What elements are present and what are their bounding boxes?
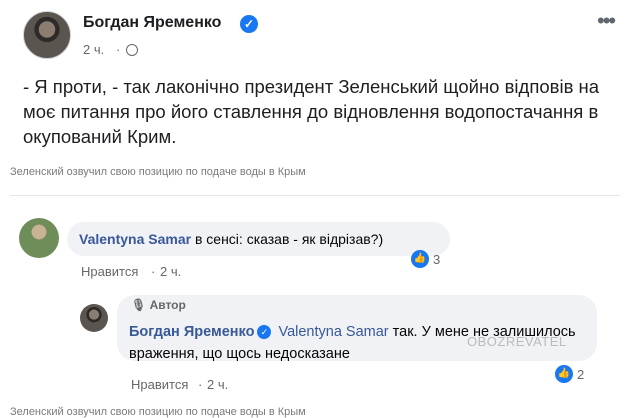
comment-author-name[interactable]: Valentyna Samar xyxy=(79,231,191,247)
comment-text: в сенсі: сказав - як відрізав?) xyxy=(194,231,384,247)
like-reaction-icon: 👍 xyxy=(555,365,573,383)
post-body-text: - Я проти, - так лаконічно президент Зел… xyxy=(23,76,600,147)
image-caption: Зеленский озвучил свою позицию по подаче… xyxy=(10,166,306,178)
reply-author-avatar[interactable] xyxy=(80,304,108,332)
comment-timestamp[interactable]: 2 ч. xyxy=(160,264,181,279)
reaction-summary[interactable]: 👍 2 xyxy=(555,365,584,383)
reaction-count: 2 xyxy=(577,366,585,382)
mention-link[interactable]: Valentyna Samar xyxy=(278,324,388,340)
reaction-count: 3 xyxy=(433,251,441,267)
verified-icon: ✓ xyxy=(257,325,272,339)
commenter-avatar[interactable] xyxy=(19,218,59,258)
reply-author-name[interactable]: Богдан Яременко xyxy=(129,324,254,340)
author-avatar[interactable] xyxy=(23,11,71,59)
verified-icon: ✓ xyxy=(240,15,258,33)
reply-timestamp[interactable]: 2 ч. xyxy=(207,377,228,392)
watermark: OBOZREVATEL xyxy=(467,334,567,349)
comment-bubble: Valentyna Samar в сенсі: сказав - як від… xyxy=(67,222,450,256)
reaction-summary[interactable]: 👍 3 xyxy=(411,250,440,268)
microphone-icon: 🎙 xyxy=(131,298,147,312)
globe-icon[interactable] xyxy=(126,44,138,56)
like-reaction-icon: 👍 xyxy=(411,250,429,268)
more-options-icon[interactable]: ••• xyxy=(597,8,616,34)
author-badge-label: Автор xyxy=(149,298,186,312)
author-badge: 🎙 Автор xyxy=(131,298,186,312)
post-author-name[interactable]: Богдан Яременко xyxy=(83,14,221,32)
post-timestamp[interactable]: 2 ч. xyxy=(83,42,104,57)
separator-dot: · xyxy=(198,377,203,392)
like-comment-button[interactable]: Нравится xyxy=(81,264,138,279)
like-reply-button[interactable]: Нравится xyxy=(131,377,188,392)
separator-dot: · xyxy=(116,42,121,57)
separator-dot: · xyxy=(151,264,156,279)
image-caption: Зеленский озвучил свою позицию по подаче… xyxy=(10,406,306,418)
divider xyxy=(10,195,620,196)
